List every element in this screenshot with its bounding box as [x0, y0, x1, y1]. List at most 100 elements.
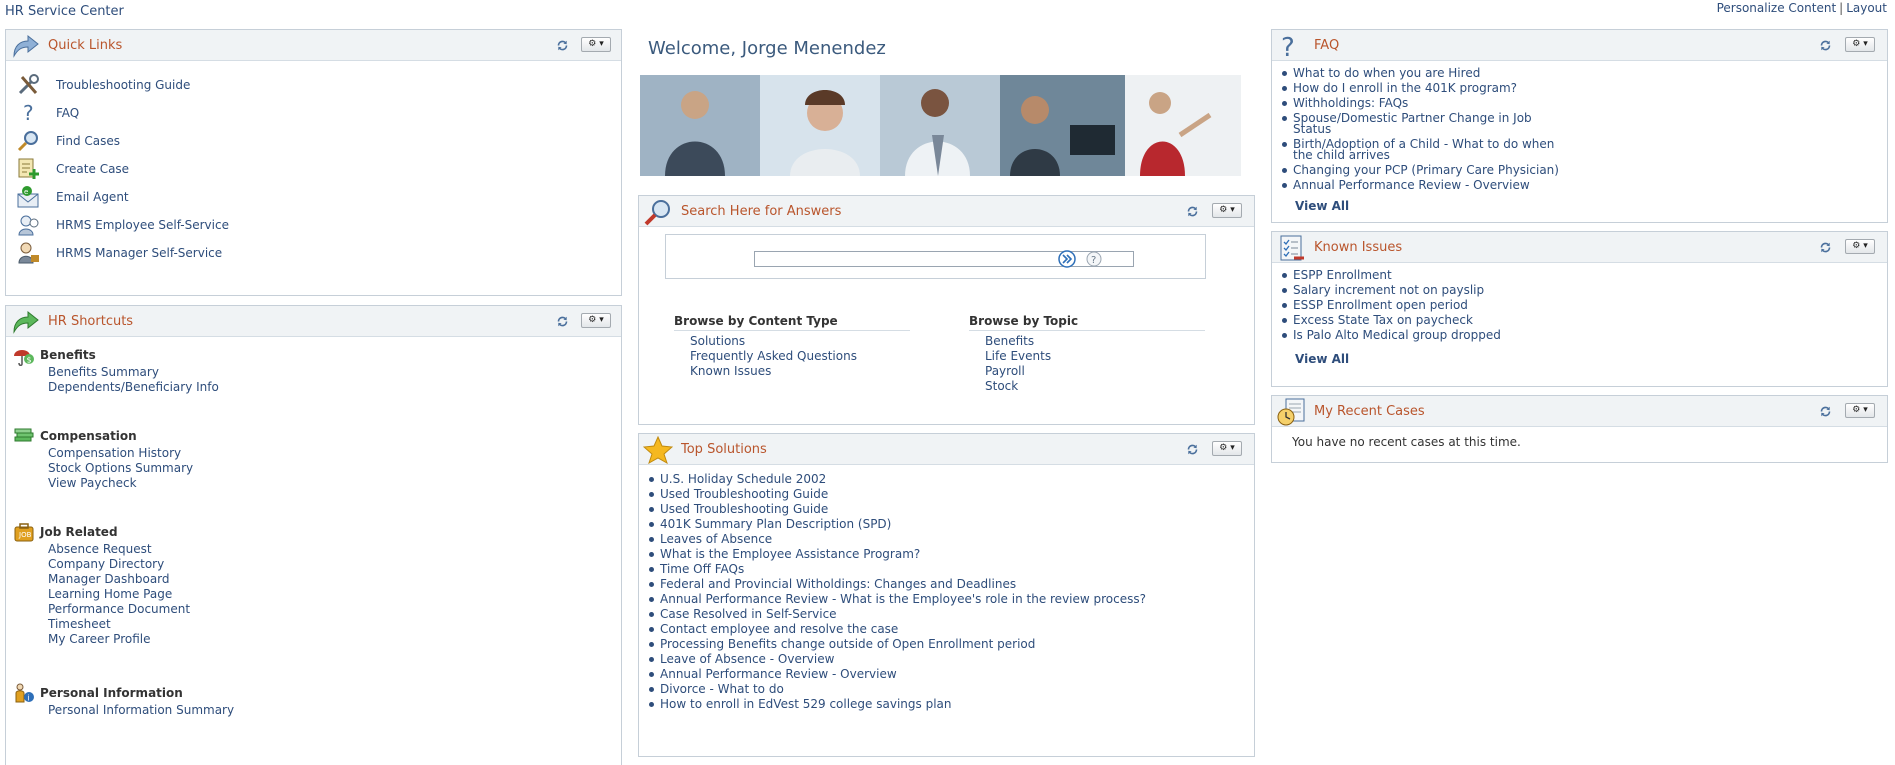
options-menu-button[interactable]: ⚙ ▾ — [1845, 37, 1875, 52]
refresh-icon[interactable] — [1819, 39, 1832, 52]
solution-link[interactable]: Leaves of Absence — [647, 532, 1254, 547]
solution-link[interactable]: Contact employee and resolve the case — [647, 622, 1254, 637]
shortcut-link[interactable]: Manager Dashboard — [48, 572, 190, 587]
shortcut-link[interactable]: View Paycheck — [48, 476, 193, 491]
browse-topic-link[interactable]: Life Events — [969, 349, 1205, 364]
svg-text:JOB: JOB — [18, 531, 32, 539]
svg-text:e: e — [24, 188, 28, 196]
known-issues-view-all-link[interactable]: View All — [1295, 352, 1349, 366]
faq-view-all-link[interactable]: View All — [1295, 199, 1349, 213]
faq-link[interactable]: Birth/Adoption of a Child - What to do w… — [1280, 137, 1572, 163]
solution-link[interactable]: Leave of Absence - Overview — [647, 652, 1254, 667]
solution-link[interactable]: How to enroll in EdVest 529 college savi… — [647, 697, 1254, 712]
options-menu-button[interactable]: ⚙ ▾ — [1845, 239, 1875, 254]
help-icon[interactable]: ? — [1086, 251, 1102, 267]
quick-link-employee-self-service[interactable]: HRMS Employee Self-Service — [56, 218, 229, 232]
quick-link-email-agent[interactable]: Email Agent — [56, 190, 129, 204]
svg-text:?: ? — [23, 101, 34, 125]
known-issue-link[interactable]: Salary increment not on payslip — [1280, 283, 1887, 298]
faq-link[interactable]: Spouse/Domestic Partner Change in Job St… — [1280, 111, 1572, 137]
shortcut-link[interactable]: Dependents/Beneficiary Info — [48, 380, 219, 395]
faq-link[interactable]: What to do when you are Hired — [1280, 66, 1572, 81]
shortcut-link[interactable]: Compensation History — [48, 446, 193, 461]
browse-topic-link[interactable]: Benefits — [969, 334, 1205, 349]
top-links-separator: | — [1839, 1, 1844, 15]
solution-link[interactable]: Federal and Provincial Witholdings: Chan… — [647, 577, 1254, 592]
known-issue-link[interactable]: ESPP Enrollment — [1280, 268, 1887, 283]
shortcut-link[interactable]: Company Directory — [48, 557, 190, 572]
quick-link-create-case[interactable]: Create Case — [56, 162, 129, 176]
known-issues-title: Known Issues — [1314, 240, 1403, 255]
top-links: Personalize Content | Layout — [1717, 1, 1887, 15]
email-icon: e — [17, 186, 39, 208]
top-solutions-pagelet: Top Solutions ⚙ ▾ U.S. Holiday Schedule … — [638, 433, 1255, 757]
refresh-icon[interactable] — [1819, 241, 1832, 254]
faq-link[interactable]: Withholdings: FAQs — [1280, 96, 1572, 111]
search-box: ? — [665, 234, 1206, 279]
faq-link[interactable]: Annual Performance Review - Overview — [1280, 178, 1572, 193]
known-issue-link[interactable]: Excess State Tax on paycheck — [1280, 313, 1887, 328]
refresh-icon[interactable] — [1186, 443, 1199, 456]
browse-content-link[interactable]: Solutions — [674, 334, 910, 349]
shortcut-link[interactable]: Absence Request — [48, 542, 190, 557]
faq-link[interactable]: How do I enroll in the 401K program? — [1280, 81, 1572, 96]
browse-content-link[interactable]: Frequently Asked Questions — [674, 349, 910, 364]
shortcut-link[interactable]: Stock Options Summary — [48, 461, 193, 476]
quick-link-troubleshooting[interactable]: Troubleshooting Guide — [56, 78, 190, 92]
no-recent-cases-message: You have no recent cases at this time. — [1292, 435, 1521, 449]
browse-topic-heading: Browse by Topic — [969, 314, 1205, 331]
browse-topic-link[interactable]: Stock — [969, 379, 1205, 394]
quick-link-item: Create Case — [16, 155, 621, 183]
solution-link[interactable]: Annual Performance Review - What is the … — [647, 592, 1254, 607]
refresh-icon[interactable] — [1819, 405, 1832, 418]
quick-link-item: Troubleshooting Guide — [16, 71, 621, 99]
hr-shortcuts-title: HR Shortcuts — [48, 314, 134, 329]
search-go-icon[interactable] — [1058, 250, 1076, 268]
browse-topic-link[interactable]: Payroll — [969, 364, 1205, 379]
shortcut-link[interactable]: My Career Profile — [48, 632, 190, 647]
refresh-icon[interactable] — [556, 315, 569, 328]
search-header: Search Here for Answers ⚙ ▾ — [639, 196, 1254, 227]
solution-link[interactable]: Used Troubleshooting Guide — [647, 502, 1254, 517]
options-menu-button[interactable]: ⚙ ▾ — [1212, 441, 1242, 456]
refresh-icon[interactable] — [556, 39, 569, 52]
shortcut-link[interactable]: Learning Home Page — [48, 587, 190, 602]
solution-link[interactable]: Used Troubleshooting Guide — [647, 487, 1254, 502]
solution-link[interactable]: Divorce - What to do — [647, 682, 1254, 697]
solution-link[interactable]: What is the Employee Assistance Program? — [647, 547, 1254, 562]
options-menu-button[interactable]: ⚙ ▾ — [1212, 203, 1242, 218]
faq-list: What to do when you are Hired How do I e… — [1272, 61, 1572, 193]
employee-icon — [18, 215, 39, 236]
known-issue-link[interactable]: ESSP Enrollment open period — [1280, 298, 1887, 313]
faq-link[interactable]: Changing your PCP (Primary Care Physicia… — [1280, 163, 1572, 178]
magnifier-icon — [644, 200, 670, 226]
shortcut-link[interactable]: Personal Information Summary — [48, 703, 234, 718]
quick-links-pagelet: Quick Links ⚙ ▾ Troubleshooting Guide ? … — [5, 29, 622, 296]
shortcut-link[interactable]: Timesheet — [48, 617, 190, 632]
quick-link-faq[interactable]: FAQ — [56, 106, 79, 120]
personalize-content-link[interactable]: Personalize Content — [1717, 1, 1837, 15]
solution-link[interactable]: Processing Benefits change outside of Op… — [647, 637, 1254, 652]
search-input[interactable] — [754, 251, 1134, 267]
options-menu-button[interactable]: ⚙ ▾ — [581, 37, 611, 52]
browse-content-link[interactable]: Known Issues — [674, 364, 910, 379]
quick-link-manager-self-service[interactable]: HRMS Manager Self-Service — [56, 246, 222, 260]
quick-link-find-cases[interactable]: Find Cases — [56, 134, 120, 148]
solution-link[interactable]: Case Resolved in Self-Service — [647, 607, 1254, 622]
solution-link[interactable]: Annual Performance Review - Overview — [647, 667, 1254, 682]
solution-link[interactable]: U.S. Holiday Schedule 2002 — [647, 472, 1254, 487]
known-issue-link[interactable]: Is Palo Alto Medical group dropped — [1280, 328, 1887, 343]
layout-link[interactable]: Layout — [1846, 1, 1887, 15]
search-pagelet: Search Here for Answers ⚙ ▾ ? Browse by … — [638, 195, 1255, 425]
quick-link-item: HRMS Employee Self-Service — [16, 211, 621, 239]
create-case-icon — [18, 158, 39, 179]
shortcut-link[interactable]: Benefits Summary — [48, 365, 219, 380]
shortcut-link[interactable]: Performance Document — [48, 602, 190, 617]
solution-link[interactable]: Time Off FAQs — [647, 562, 1254, 577]
options-menu-button[interactable]: ⚙ ▾ — [1845, 403, 1875, 418]
solution-link[interactable]: 401K Summary Plan Description (SPD) — [647, 517, 1254, 532]
options-menu-button[interactable]: ⚙ ▾ — [581, 313, 611, 328]
refresh-icon[interactable] — [1186, 205, 1199, 218]
top-solutions-header: Top Solutions ⚙ ▾ — [639, 434, 1254, 465]
quick-link-item: e Email Agent — [16, 183, 621, 211]
